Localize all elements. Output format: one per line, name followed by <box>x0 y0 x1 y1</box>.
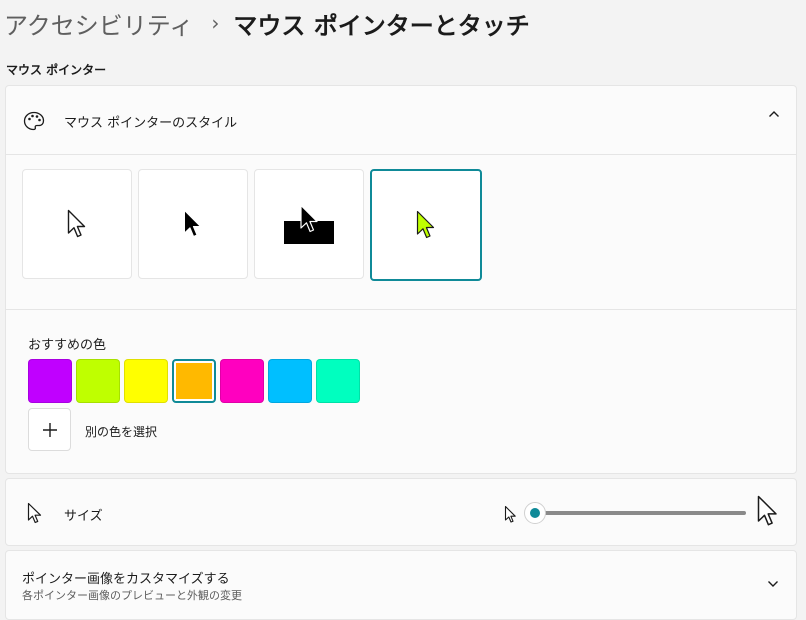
chevron-up-icon <box>768 108 780 124</box>
pointer-style-custom-tile[interactable] <box>370 169 482 281</box>
color-swatch-aqua[interactable] <box>316 359 360 403</box>
customize-pointer-subtitle: 各ポインター画像のプレビューと外観の変更 <box>22 589 242 602</box>
large-cursor-icon <box>757 495 777 526</box>
pointer-style-header[interactable]: マウス ポインターのスタイル <box>6 86 796 154</box>
pointer-size-icon <box>27 502 42 524</box>
breadcrumb-separator: › <box>211 11 220 35</box>
color-swatch-yellow[interactable] <box>124 359 168 403</box>
divider <box>6 154 796 155</box>
customize-pointer-title: ポインター画像をカスタマイズする <box>22 572 230 587</box>
color-swatch-lime[interactable] <box>76 359 120 403</box>
black-cursor-icon <box>184 210 201 237</box>
section-title: マウス ポインター <box>6 63 107 77</box>
color-swatch-sky-blue[interactable] <box>268 359 312 403</box>
slider-thumb-dot <box>530 508 540 518</box>
palette-icon <box>23 111 45 131</box>
pointer-style-label: マウス ポインターのスタイル <box>64 116 238 131</box>
color-swatch-purple[interactable] <box>28 359 72 403</box>
chevron-down-icon <box>767 578 779 594</box>
pick-custom-color-label[interactable]: 別の色を選択 <box>85 423 157 440</box>
pointer-style-inverted-tile[interactable] <box>254 169 364 279</box>
size-label: サイズ <box>64 509 103 524</box>
size-slider-thumb[interactable] <box>524 502 546 524</box>
breadcrumb: アクセシビリティ › マウス ポインターとタッチ <box>4 6 530 40</box>
pointer-style-white-tile[interactable] <box>22 169 132 279</box>
pick-custom-color-button[interactable] <box>28 408 71 451</box>
page-title: マウス ポインターとタッチ <box>233 11 530 40</box>
pointer-style-black-tile[interactable] <box>138 169 248 279</box>
inverted-cursor-icon <box>284 204 334 244</box>
color-swatch-gold[interactable] <box>172 359 216 403</box>
size-slider-track[interactable] <box>536 511 746 515</box>
divider <box>6 309 796 310</box>
small-cursor-icon <box>504 505 516 523</box>
plus-icon <box>42 422 57 437</box>
recommended-colors-label: おすすめの色 <box>28 338 107 353</box>
breadcrumb-root-link[interactable]: アクセシビリティ <box>4 6 193 41</box>
color-swatch-magenta[interactable] <box>220 359 264 403</box>
white-cursor-icon <box>67 209 86 238</box>
custom-color-cursor-icon <box>416 210 435 239</box>
